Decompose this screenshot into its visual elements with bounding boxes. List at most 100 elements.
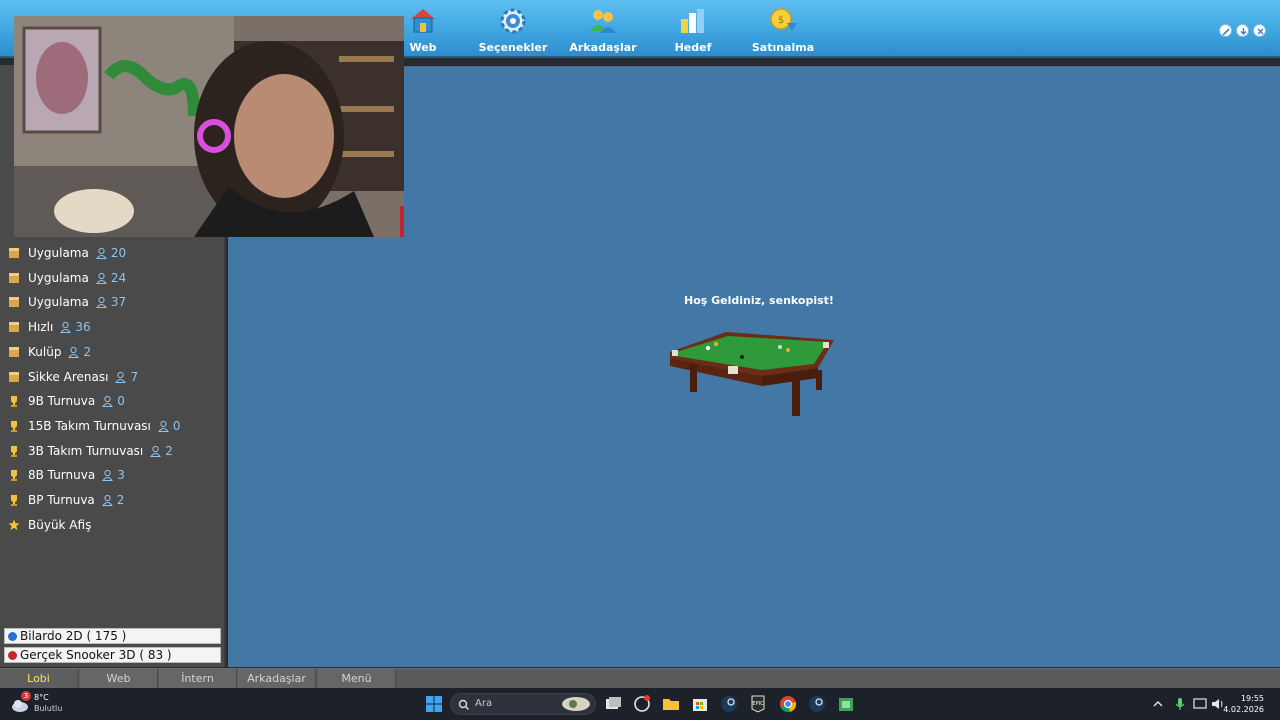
search-placeholder: Ara xyxy=(475,698,493,709)
user-count-icon xyxy=(60,321,72,333)
task-view-icon[interactable] xyxy=(603,694,623,714)
box-icon xyxy=(9,372,19,382)
bar-chart-icon xyxy=(681,9,704,33)
sidebar-item-label: Uygulama xyxy=(28,246,89,260)
sidebar-item-count: 20 xyxy=(110,246,127,260)
sidebar-item-count: 3 xyxy=(117,468,125,482)
chevron-up-icon[interactable] xyxy=(1148,694,1168,714)
tab-menu[interactable]: Menü xyxy=(318,669,396,688)
windows-start-icon[interactable] xyxy=(424,694,444,714)
star-icon xyxy=(8,519,20,530)
wrench-icon xyxy=(1222,28,1230,36)
weather-condition: Bulutlu xyxy=(34,704,63,713)
sidebar-item[interactable]: 9B Turnuva 0 xyxy=(0,390,226,412)
sidebar-item[interactable]: Uygulama 24 xyxy=(0,267,226,289)
toolbar-options-label: Seçenekler xyxy=(478,41,548,54)
trophy-icon xyxy=(11,446,17,457)
sidebar-item[interactable]: 3B Takım Turnuvası 2 xyxy=(0,440,226,462)
tab-lobby[interactable]: Lobi xyxy=(0,669,78,688)
settings-window-button[interactable] xyxy=(1219,24,1232,37)
display-icon[interactable] xyxy=(1190,694,1210,714)
gear-icon xyxy=(500,8,526,34)
weather-temperature: 8°C xyxy=(34,693,49,702)
web-house-icon xyxy=(411,9,435,33)
sidebar-item[interactable]: Kulüp 2 xyxy=(0,341,226,363)
sidebar-item[interactable]: 15B Takım Turnuvası 0 xyxy=(0,415,226,437)
trophy-icon xyxy=(11,396,17,407)
steam-icon[interactable] xyxy=(719,694,739,714)
tab-internet[interactable]: İntern xyxy=(159,669,237,688)
user-count-icon xyxy=(102,395,114,407)
sidebar-item-label: Sikke Arenası xyxy=(28,370,109,384)
minimize-window-button[interactable] xyxy=(1236,24,1249,37)
sidebar-item-label: Uygulama xyxy=(28,271,89,285)
box-icon xyxy=(9,248,19,258)
sidebar-item-count: 2 xyxy=(165,444,173,458)
friends-icon xyxy=(590,10,616,33)
user-count-icon xyxy=(95,247,107,259)
sidebar-item[interactable]: 8B Turnuva 3 xyxy=(0,464,226,486)
weather-widget[interactable]: 3 8°C Bulutlu xyxy=(10,691,70,717)
search-highlight-icon xyxy=(562,697,590,711)
billiard-ball-red-icon xyxy=(8,650,17,660)
user-count-icon xyxy=(115,371,127,383)
sidebar-item-count: 0 xyxy=(117,394,125,408)
game-snooker-3d-label: Gerçek Snooker 3D ( 83 ) xyxy=(20,648,172,662)
obs-recording-icon[interactable] xyxy=(632,694,652,714)
billiard-ball-blue-icon xyxy=(8,631,17,641)
svg-text:EPIC: EPIC xyxy=(752,701,764,707)
toolbar-friends-button[interactable]: Arkadaşlar xyxy=(558,2,648,56)
sidebar-item-label: 9B Turnuva xyxy=(28,394,96,408)
steam-running-icon[interactable] xyxy=(807,694,827,714)
window-controls xyxy=(1219,24,1266,37)
download-icon xyxy=(1240,28,1247,35)
box-icon xyxy=(9,297,19,307)
sidebar-item[interactable]: Uygulama 37 xyxy=(0,291,226,313)
sidebar-item[interactable]: Sikke Arenası 7 xyxy=(0,366,226,388)
close-icon xyxy=(1257,28,1264,35)
epic-games-icon[interactable]: EPIC xyxy=(748,694,768,714)
sidebar-item[interactable]: Büyük Afiş xyxy=(0,514,226,536)
user-count-icon xyxy=(95,296,107,308)
windows-taskbar: 3 8°C Bulutlu Ara EPIC 19:55 4.02.2026 xyxy=(0,688,1280,720)
taskbar-search[interactable]: Ara xyxy=(450,693,596,715)
sidebar-item-label: 15B Takım Turnuvası xyxy=(28,419,151,433)
taskbar-clock[interactable]: 19:55 4.02.2026 xyxy=(1223,693,1264,715)
toolbar-friends-label: Arkadaşlar xyxy=(569,41,637,54)
close-window-button[interactable] xyxy=(1253,24,1266,37)
game-snooker-3d[interactable]: Gerçek Snooker 3D ( 83 ) xyxy=(4,647,221,663)
toolbar-options-button[interactable]: Seçenekler xyxy=(468,2,558,56)
game-billiards-2d[interactable]: Bilardo 2D ( 175 ) xyxy=(4,628,221,644)
game-billiards-2d-label: Bilardo 2D ( 175 ) xyxy=(20,629,127,643)
trophy-icon xyxy=(11,495,17,506)
sidebar-item-label: 8B Turnuva xyxy=(28,468,96,482)
sidebar-item-count: 2 xyxy=(116,493,125,507)
game-app-icon[interactable] xyxy=(836,694,856,714)
box-icon xyxy=(9,322,19,332)
tab-friends[interactable]: Arkadaşlar xyxy=(238,669,316,688)
coins-icon: $ xyxy=(770,8,797,31)
microsoft-store-icon[interactable] xyxy=(690,694,710,714)
sidebar-item[interactable]: Hızlı 36 xyxy=(0,316,226,338)
toolbar-purchase-button[interactable]: $ Satınalma xyxy=(738,2,828,56)
user-count-icon xyxy=(157,420,169,432)
search-icon xyxy=(458,699,469,710)
pool-table-image xyxy=(670,332,834,416)
sidebar-item-count: 0 xyxy=(172,419,181,433)
clock-date: 4.02.2026 xyxy=(1223,705,1264,714)
box-icon xyxy=(9,273,19,283)
toolbar-goal-button[interactable]: Hedef xyxy=(648,2,738,56)
microphone-icon[interactable] xyxy=(1170,694,1190,714)
tab-web[interactable]: Web xyxy=(80,669,158,688)
file-explorer-icon[interactable] xyxy=(661,694,681,714)
bottom-tab-bar: Lobi Web İntern Arkadaşlar Menü xyxy=(0,668,1280,688)
box-icon xyxy=(9,347,19,357)
sidebar-item-count: 24 xyxy=(110,271,127,285)
user-count-icon xyxy=(101,494,113,506)
sidebar-item-count: 2 xyxy=(83,345,92,359)
chrome-icon[interactable] xyxy=(778,694,798,714)
toolbar-goal-label: Hedef xyxy=(674,41,712,54)
sidebar-item[interactable]: Uygulama 20 xyxy=(0,242,226,264)
sidebar-item[interactable]: BP Turnuva 2 xyxy=(0,489,226,511)
trophy-icon xyxy=(11,421,17,432)
